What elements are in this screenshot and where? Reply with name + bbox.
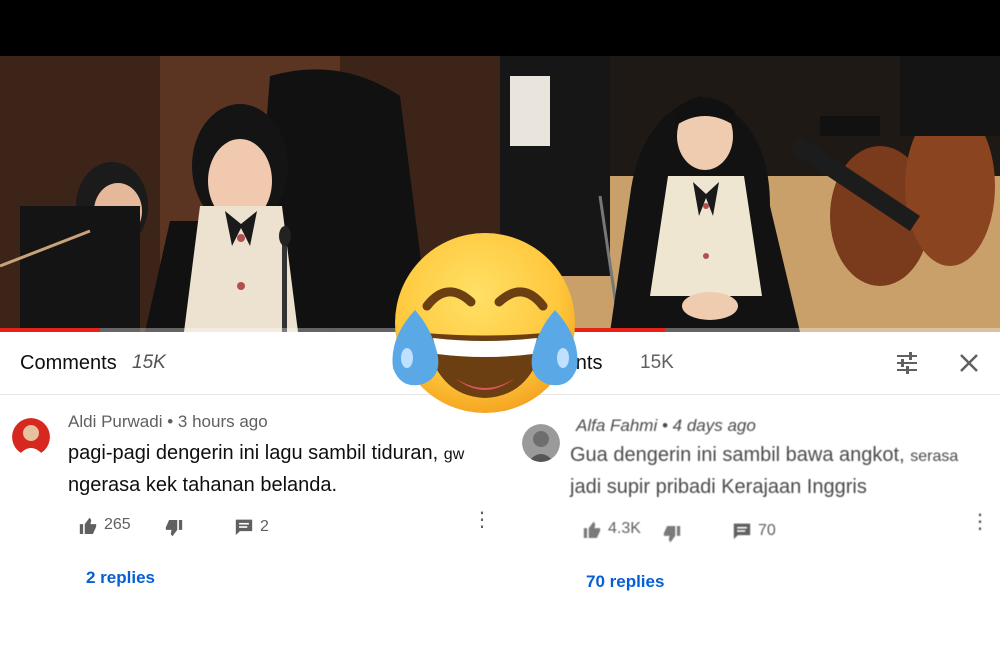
- thumb-up-icon: [79, 517, 97, 534]
- comment-time: 4 days ago: [672, 416, 756, 435]
- more-vert-icon[interactable]: ⋮: [970, 512, 990, 532]
- tune-icon[interactable]: [894, 350, 920, 376]
- face-with-tears-of-joy-emoji: [385, 228, 585, 418]
- thumb-up-icon: [583, 521, 601, 538]
- comments-count: 15K: [640, 352, 674, 373]
- comment-meta: Alfa Fahmi • 4 days ago: [576, 416, 756, 436]
- view-replies-link[interactable]: 2 replies: [86, 568, 155, 588]
- comment-button[interactable]: 70: [732, 522, 776, 540]
- comments-count: 15K: [132, 352, 166, 373]
- dislike-button[interactable]: [164, 520, 184, 538]
- comment-author[interactable]: Alfa Fahmi: [576, 416, 657, 435]
- meta-separator: •: [661, 416, 668, 435]
- thumb-down-icon: [165, 520, 183, 537]
- comment-time: 3 hours ago: [177, 412, 268, 431]
- comment-meta: Aldi Purwadi • 3 hours ago: [68, 412, 268, 432]
- comment-text-line2: ngerasa kek tahanan belanda.: [68, 474, 338, 496]
- avatar[interactable]: [12, 418, 50, 456]
- comment-text-main: Gua dengerin ini sambil bawa angkot,: [570, 444, 905, 466]
- comment-icon: [235, 519, 253, 536]
- view-replies-link[interactable]: 70 replies: [586, 572, 664, 592]
- comment-button[interactable]: 2: [234, 518, 269, 536]
- top-black-bar: [0, 0, 1000, 56]
- comment-reply-count: 2: [260, 518, 269, 535]
- comment-text-line1: pagi-pagi dengerin ini lagu sambil tidur…: [68, 442, 464, 465]
- like-button[interactable]: 4.3K: [582, 520, 641, 538]
- avatar[interactable]: [522, 424, 560, 462]
- comment-text-line1: Gua dengerin ini sambil bawa angkot, ser…: [570, 444, 958, 467]
- dislike-button[interactable]: [662, 526, 682, 544]
- close-icon[interactable]: [956, 350, 982, 376]
- more-vert-icon[interactable]: ⋮: [472, 510, 492, 530]
- comment-reply-count: 70: [758, 522, 776, 539]
- comment-author[interactable]: Aldi Purwadi: [68, 412, 163, 431]
- meta-separator: •: [167, 412, 174, 431]
- like-count: 265: [104, 516, 131, 533]
- comment-text-tail: serasa: [910, 448, 959, 465]
- comment-text-line2: jadi supir pribadi Kerajaan Inggris: [570, 476, 867, 498]
- like-button[interactable]: 265: [78, 516, 131, 534]
- comment-icon: [733, 523, 751, 540]
- thumb-down-icon: [663, 526, 681, 543]
- comment-text-main: pagi-pagi dengerin ini lagu sambil tidur…: [68, 442, 439, 464]
- comment-text-tail: gw: [443, 446, 465, 463]
- like-count: 4.3K: [608, 520, 641, 537]
- comments-title: Comments: [20, 352, 117, 374]
